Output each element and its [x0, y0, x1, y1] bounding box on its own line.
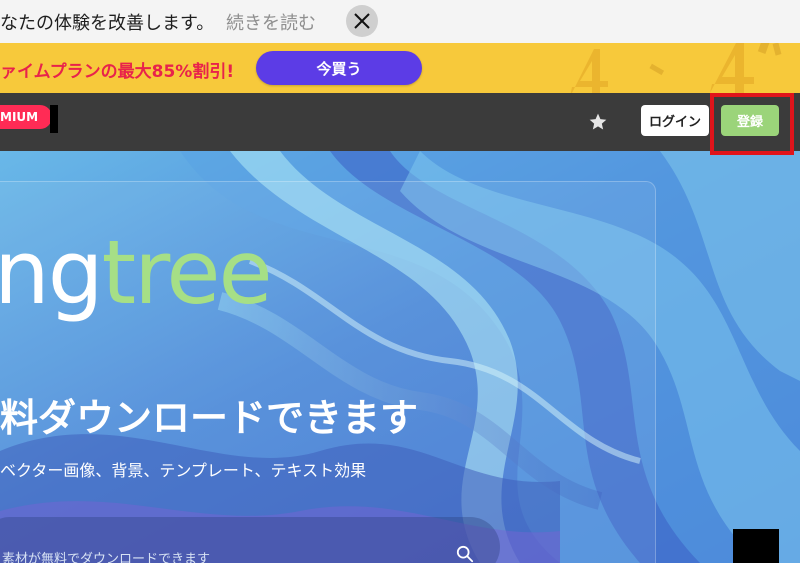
cookie-notice-bar: なたの体験を改善します。 続きを読む: [0, 0, 800, 43]
hero-subtitle: ベクター画像、背景、テンプレート、テキスト効果: [0, 461, 367, 480]
notice-text: なたの体験を改善します。: [0, 13, 215, 34]
hero-section: ngtree 料ダウンロードできます ベクター画像、背景、テンプレート、テキスト…: [0, 151, 800, 563]
login-button[interactable]: ログイン: [641, 105, 709, 136]
promo-banner: ァイムプランの最大85%割引! 今買う: [0, 43, 800, 93]
redaction-block-bottom: [733, 529, 779, 563]
site-header: MIUM ログイン: [0, 93, 800, 151]
logo-text-part-2: tree: [101, 221, 273, 324]
search-input[interactable]: [0, 547, 434, 563]
logo-text-part-1: ng: [0, 221, 104, 324]
search-icon[interactable]: [456, 545, 474, 563]
promo-text: ァイムプランの最大85%割引!: [0, 62, 235, 82]
close-icon: [354, 13, 370, 29]
premium-badge[interactable]: MIUM: [0, 105, 53, 129]
hero-title: 料ダウンロードできます: [0, 396, 419, 440]
site-logo: ngtree: [0, 229, 273, 317]
redaction-block: [50, 105, 58, 133]
star-icon[interactable]: [588, 112, 608, 132]
promo-decoration-icon: [570, 43, 782, 93]
search-bar[interactable]: [0, 517, 500, 563]
read-more-link[interactable]: 続きを読む: [226, 9, 316, 35]
register-button[interactable]: 登録: [721, 105, 779, 136]
close-notice-button[interactable]: [346, 5, 378, 37]
page: なたの体験を改善します。 続きを読む ァイムプランの最大85%割引! 今買う M…: [0, 0, 800, 563]
buy-now-button[interactable]: 今買う: [256, 51, 422, 85]
